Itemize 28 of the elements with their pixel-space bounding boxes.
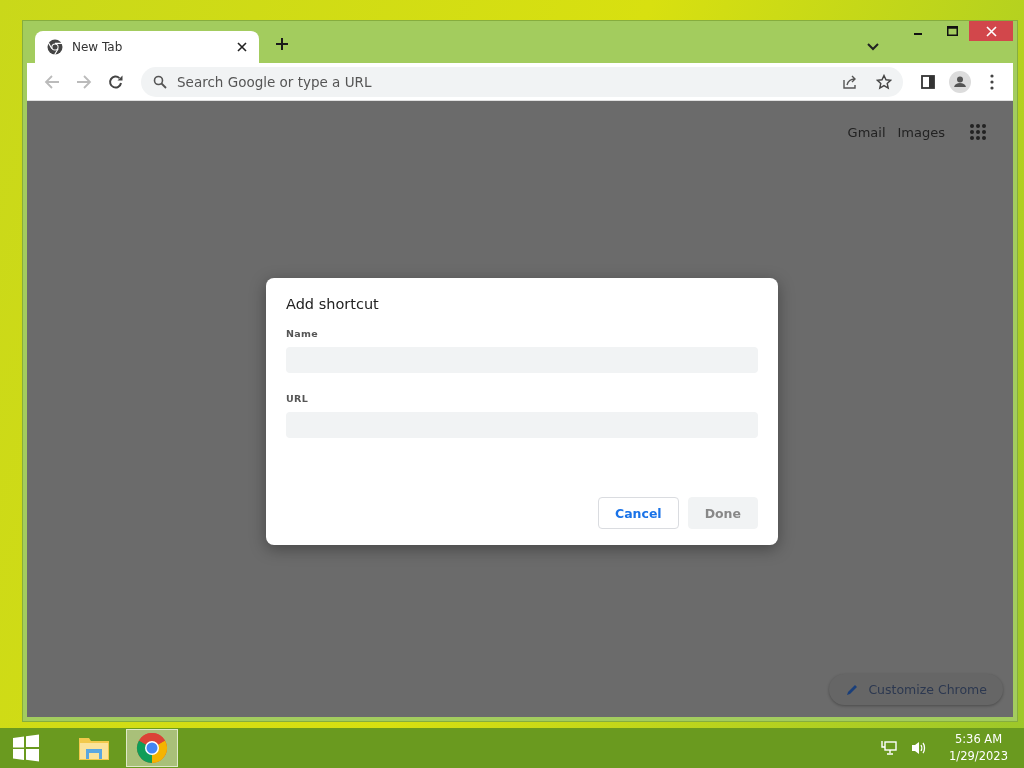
chrome-icon: [47, 39, 63, 55]
address-bar[interactable]: Search Google or type a URL: [141, 66, 903, 97]
chevron-down-icon[interactable]: [865, 41, 881, 53]
profile-icon[interactable]: [947, 68, 973, 95]
new-tab-button[interactable]: [273, 35, 291, 53]
tab-title: New Tab: [72, 40, 123, 54]
pencil-icon: [845, 682, 860, 697]
address-field[interactable]: Search Google or type a URL: [175, 72, 479, 91]
dialog-title: Add shortcut: [286, 296, 380, 312]
search-icon: [153, 74, 167, 89]
close-tab-icon[interactable]: [235, 40, 249, 54]
clock-date[interactable]: 1/29/2023: [949, 748, 1008, 765]
close-icon: [985, 25, 997, 37]
maximize-icon[interactable]: [946, 26, 958, 36]
browser-tab[interactable]: New Tab: [35, 31, 259, 63]
customize-button[interactable]: Customize Chrome: [829, 674, 1003, 705]
start-button[interactable]: [10, 732, 42, 764]
close-button[interactable]: [969, 21, 1013, 41]
network-icon[interactable]: [879, 738, 900, 758]
clock-time[interactable]: 5:36 AM: [954, 731, 1003, 748]
page-link[interactable]: Images: [897, 124, 945, 140]
field-label: URL: [286, 393, 309, 404]
dialog-button[interactable]: Cancel: [597, 497, 679, 529]
apps-grid-icon[interactable]: [967, 121, 989, 143]
page-link[interactable]: Gmail: [847, 124, 886, 140]
reload-icon[interactable]: [108, 73, 124, 90]
browser-taskbar-icon[interactable]: [126, 729, 178, 767]
field-label: Name: [286, 328, 319, 339]
